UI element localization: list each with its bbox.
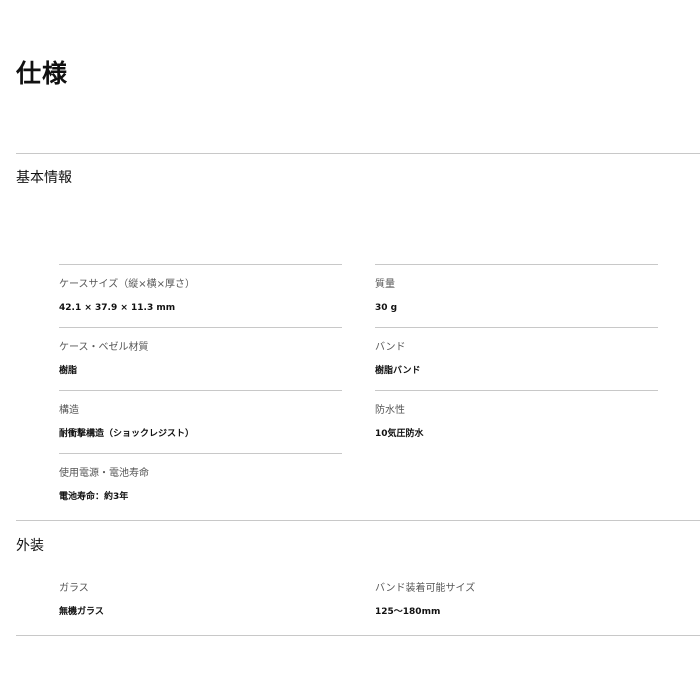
section-divider	[16, 635, 700, 636]
section-divider	[16, 153, 700, 154]
spec-divider	[375, 264, 658, 265]
spec-label: 防水性	[375, 405, 405, 416]
spec-divider	[375, 390, 658, 391]
spec-label: バンド	[375, 342, 406, 353]
spec-divider	[59, 390, 342, 391]
spec-value: 10気圧防水	[375, 429, 424, 439]
section-title-basic: 基本情報	[16, 170, 72, 186]
spec-value: 30 g	[375, 303, 398, 313]
spec-value: 電池寿命：約3年	[59, 492, 129, 502]
spec-label: 使用電源・電池寿命	[59, 468, 149, 479]
spec-value: 耐衝撃構造（ショックレジスト）	[59, 429, 195, 439]
spec-value: 無機ガラス	[59, 607, 104, 617]
spec-value: 42.1 × 37.9 × 11.3 mm	[59, 303, 176, 313]
spec-value: 樹脂	[59, 366, 78, 376]
spec-label: ガラス	[59, 583, 89, 594]
spec-value: 125〜180mm	[375, 607, 441, 617]
section-divider	[16, 520, 700, 521]
spec-divider	[59, 327, 342, 328]
spec-divider	[59, 453, 342, 454]
spec-divider	[375, 327, 658, 328]
spec-label: ケース・ベゼル材質	[59, 342, 149, 353]
spec-label: ケースサイズ（縦×横×厚さ）	[59, 279, 195, 290]
spec-label: 構造	[59, 405, 79, 416]
page-title: 仕様	[16, 59, 69, 88]
spec-label: 質量	[375, 279, 395, 290]
spec-divider	[59, 264, 342, 265]
spec-value: 樹脂バンド	[375, 366, 421, 376]
spec-label: バンド装着可能サイズ	[375, 583, 476, 594]
section-title-exterior: 外装	[16, 538, 44, 554]
